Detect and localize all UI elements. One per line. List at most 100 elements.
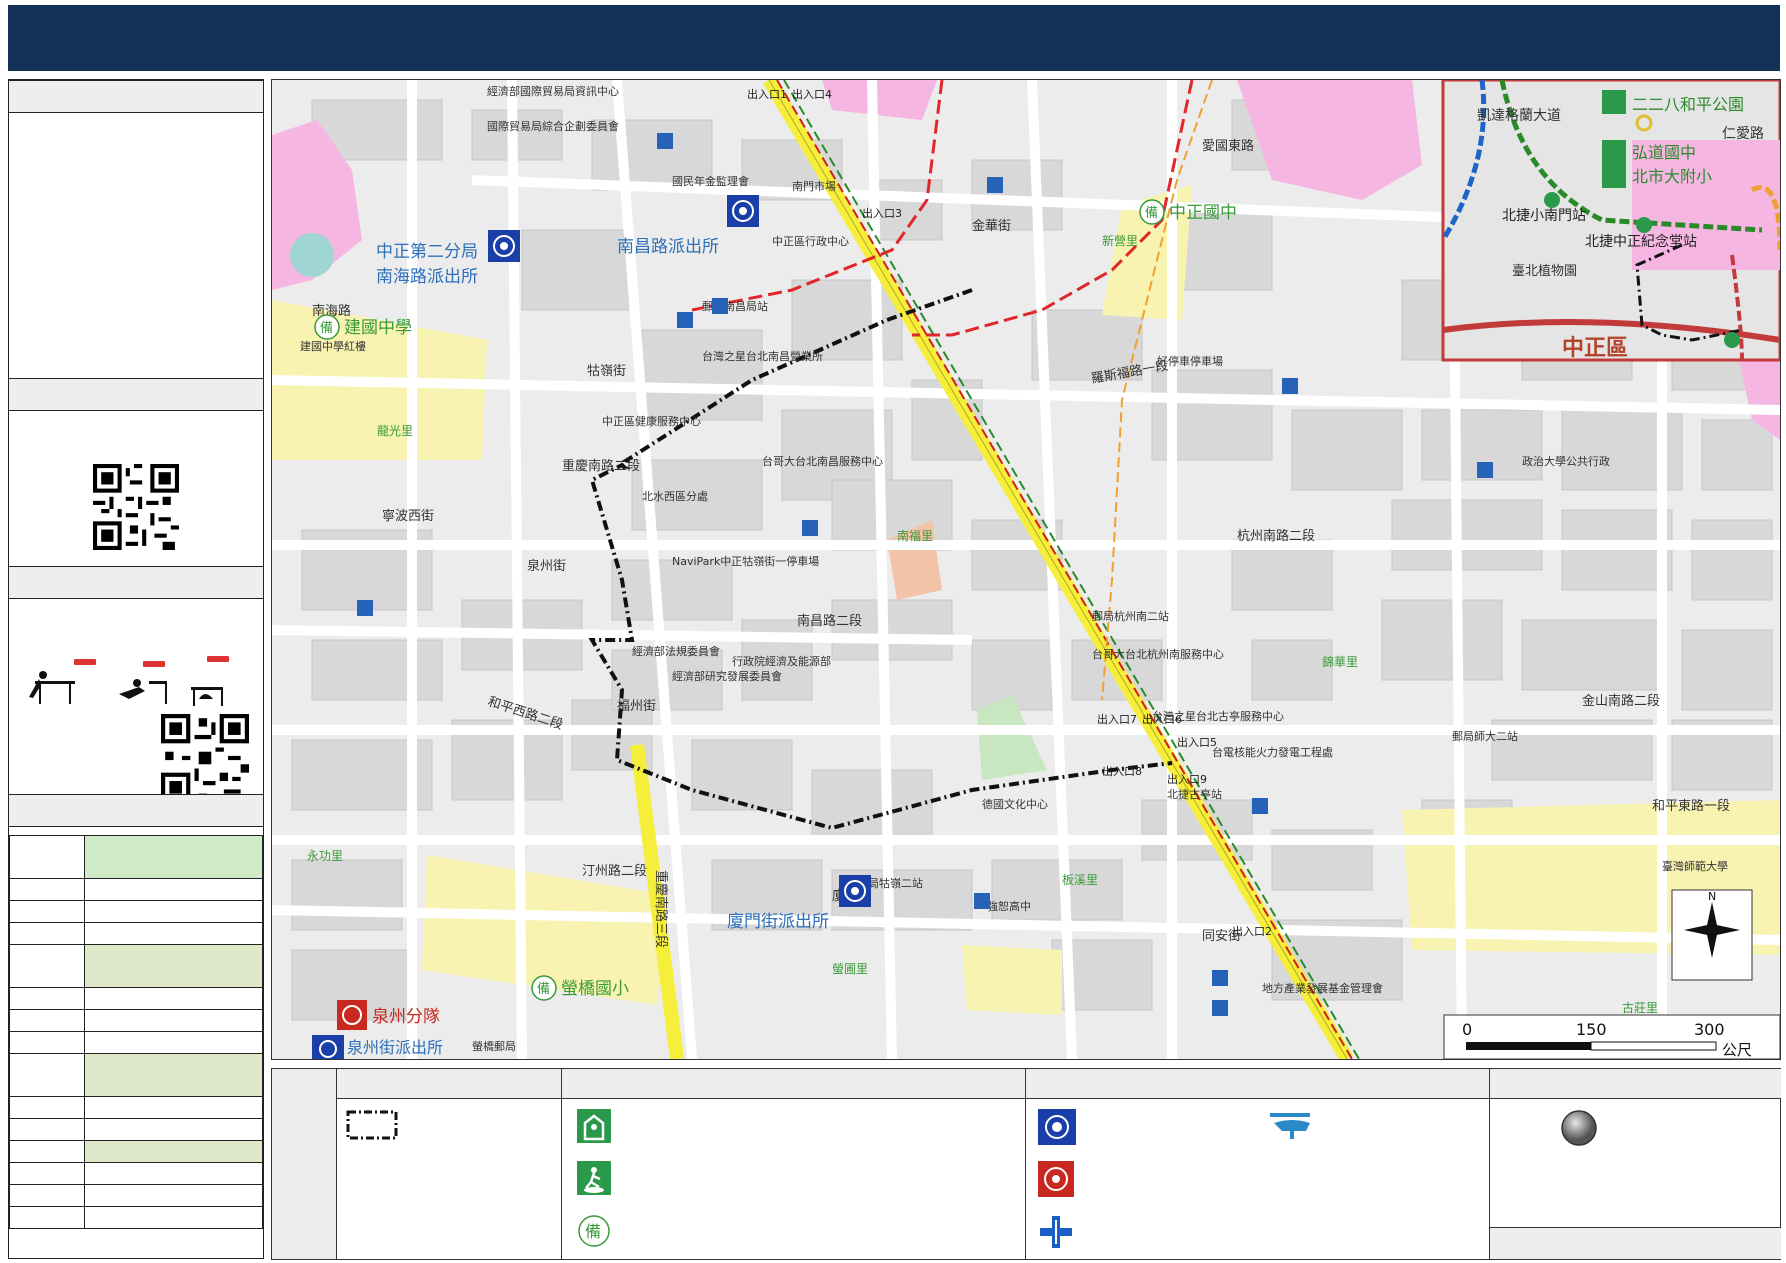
village-label: 錦華里 <box>1322 654 1358 669</box>
police-label: 中正第二分局 <box>376 242 478 262</box>
street-label: 重慶南路二段 <box>562 458 640 474</box>
poi-label: 北水西區分處 <box>642 489 708 503</box>
medical-icon[interactable] <box>1038 1214 1074 1254</box>
police-icon[interactable] <box>312 1035 344 1059</box>
assembly-point-icon[interactable] <box>1560 1109 1598 1151</box>
district-map[interactable]: 二二八和平公園 弘道國中 北市大附小 北捷小南門站 北捷中正紀念堂站 臺北植物園… <box>271 79 1781 1060</box>
section-body-2 <box>9 411 263 566</box>
compass-icon: N <box>1671 889 1753 981</box>
poi-label: 強恕高中 <box>987 899 1031 913</box>
police-label: 南昌路派出所 <box>617 237 719 257</box>
section-header-1 <box>9 80 263 113</box>
poi-label: 台哥大台北南昌服務中心 <box>762 454 883 468</box>
inset-label: 臺北植物園 <box>1512 264 1577 279</box>
legend-side-header <box>272 1069 337 1259</box>
evacuation-exit-icon[interactable] <box>577 1161 611 1199</box>
police-icon[interactable] <box>727 195 759 227</box>
police-label: 南海路派出所 <box>376 267 478 287</box>
village-label: 古莊里 <box>1622 1000 1658 1015</box>
inset-label: 仁愛路 <box>1722 126 1764 142</box>
compass-north-label: N <box>1708 890 1716 903</box>
poi-label: 經濟部研究發展委員會 <box>672 669 782 683</box>
drop-cover-icon <box>29 671 223 706</box>
legend: 備 <box>271 1068 1781 1260</box>
street-label: 愛國東路 <box>1202 138 1254 154</box>
section-header-4 <box>9 794 263 827</box>
section-header-3 <box>9 566 263 599</box>
poi-label: 郵局南昌局站 <box>702 299 768 313</box>
poi-label: 北捷古亭站 <box>1167 787 1222 801</box>
police-icon[interactable] <box>839 875 871 907</box>
street-label: 汀州路二段 <box>582 863 647 879</box>
section-body-3 <box>9 599 263 802</box>
mrt-exit-label: 出入口4 <box>792 87 832 101</box>
mrt-exit-label: 出入口2 <box>1232 924 1272 938</box>
fire-dept-icon[interactable] <box>337 1000 367 1030</box>
police-icon[interactable] <box>1038 1109 1076 1149</box>
qr-code-icon[interactable] <box>93 464 179 550</box>
street-label: 福州街 <box>617 699 656 714</box>
legend-col-header <box>562 1069 1025 1099</box>
school-label: 螢橋國小 <box>561 979 629 999</box>
inset-label: 中正區 <box>1562 336 1628 361</box>
inset-label: 北捷中正紀念堂站 <box>1585 233 1697 250</box>
reserve-site-icon[interactable]: 備 <box>577 1214 611 1252</box>
school-zone-qiangshu <box>962 945 1062 1015</box>
inset-label: 弘道國中 <box>1632 143 1696 162</box>
poi-label: 郵局師大二站 <box>1452 729 1518 743</box>
legend-col-other <box>1490 1069 1781 1259</box>
street-label: 重慶南路三段 <box>653 870 669 948</box>
village-label: 南福里 <box>897 528 933 543</box>
street-label: 牯嶺街 <box>587 364 626 379</box>
village-label: 龍光里 <box>377 423 413 438</box>
section-header-2 <box>9 378 263 411</box>
poi-label: 政治大學公共行政 <box>1522 454 1610 468</box>
poi-label: 台哥大台北杭州南服務中心 <box>1092 647 1224 661</box>
inset-label: 北捷小南門站 <box>1502 208 1586 224</box>
village-label: 板溪里 <box>1062 873 1098 887</box>
poi-label: 建國中學紅樓 <box>300 339 366 353</box>
shelter-icon[interactable] <box>577 1109 611 1147</box>
street-label: 寧波西街 <box>382 508 434 524</box>
poi-label: 南門市場 <box>792 179 836 193</box>
inset-label: 二二八和平公園 <box>1632 95 1744 114</box>
poi-label: 行政院經濟及能源部 <box>732 654 831 668</box>
legend-footer <box>1490 1227 1781 1259</box>
village-label: 新營里 <box>1102 233 1138 248</box>
mrt-exit-label: 出入口1 <box>747 87 787 101</box>
mrt-exit-label: 出入口3 <box>862 206 902 220</box>
scale-unit-label: 公尺 <box>1722 1041 1752 1059</box>
street-label: 泉州街 <box>527 558 566 574</box>
street-label: 和平東路一段 <box>1652 798 1730 814</box>
police-label: 泉州街派出所 <box>347 1038 443 1057</box>
inset-label: 北市大附小 <box>1632 167 1712 186</box>
street-label: 南昌路二段 <box>797 613 862 629</box>
poi-label: 國民年金監理會 <box>672 174 749 188</box>
poi-label: 經濟部國際貿易局資訊中心 <box>487 84 619 98</box>
poi-label: 德國文化中心 <box>982 797 1048 811</box>
fire-label: 泉州分隊 <box>372 1007 440 1027</box>
poi-label: 中正區健康服務中心 <box>602 414 701 428</box>
street-label: 金山南路二段 <box>1582 693 1660 709</box>
mrt-exit-label: 出入口6 <box>1142 712 1182 726</box>
poi-label: NaviPark中正牯嶺街一停車場 <box>672 554 819 568</box>
legend-col-emergency <box>1026 1069 1490 1259</box>
poi-label: 螢橋郵局 <box>472 1039 516 1053</box>
poi-label: 台電核能火力發電工程處 <box>1212 745 1333 759</box>
poi-label: 經濟部法規委員會 <box>632 644 720 658</box>
poi-label: 中正區行政中心 <box>772 234 849 248</box>
mrt-exit-label: 出入口5 <box>1177 735 1217 749</box>
inset-label: 凱達格蘭大道 <box>1477 108 1561 124</box>
fire-dept-icon[interactable] <box>1038 1161 1074 1201</box>
poi-label: 台灣之星台北南昌營業所 <box>702 349 823 363</box>
street-label: 金華街 <box>972 218 1011 234</box>
poi-label: 好停車停車場 <box>1157 354 1223 368</box>
scale-bar: 0 150 300 公尺 <box>1443 1014 1780 1059</box>
helicopter-icon[interactable] <box>1266 1109 1316 1147</box>
police-icon[interactable] <box>488 230 520 262</box>
legend-col-header <box>1026 1069 1489 1099</box>
qr-code-icon[interactable] <box>161 714 249 802</box>
left-panel <box>8 79 264 1259</box>
info-table <box>9 835 263 1229</box>
mrt-exit-label: 出入口7 <box>1097 712 1137 726</box>
